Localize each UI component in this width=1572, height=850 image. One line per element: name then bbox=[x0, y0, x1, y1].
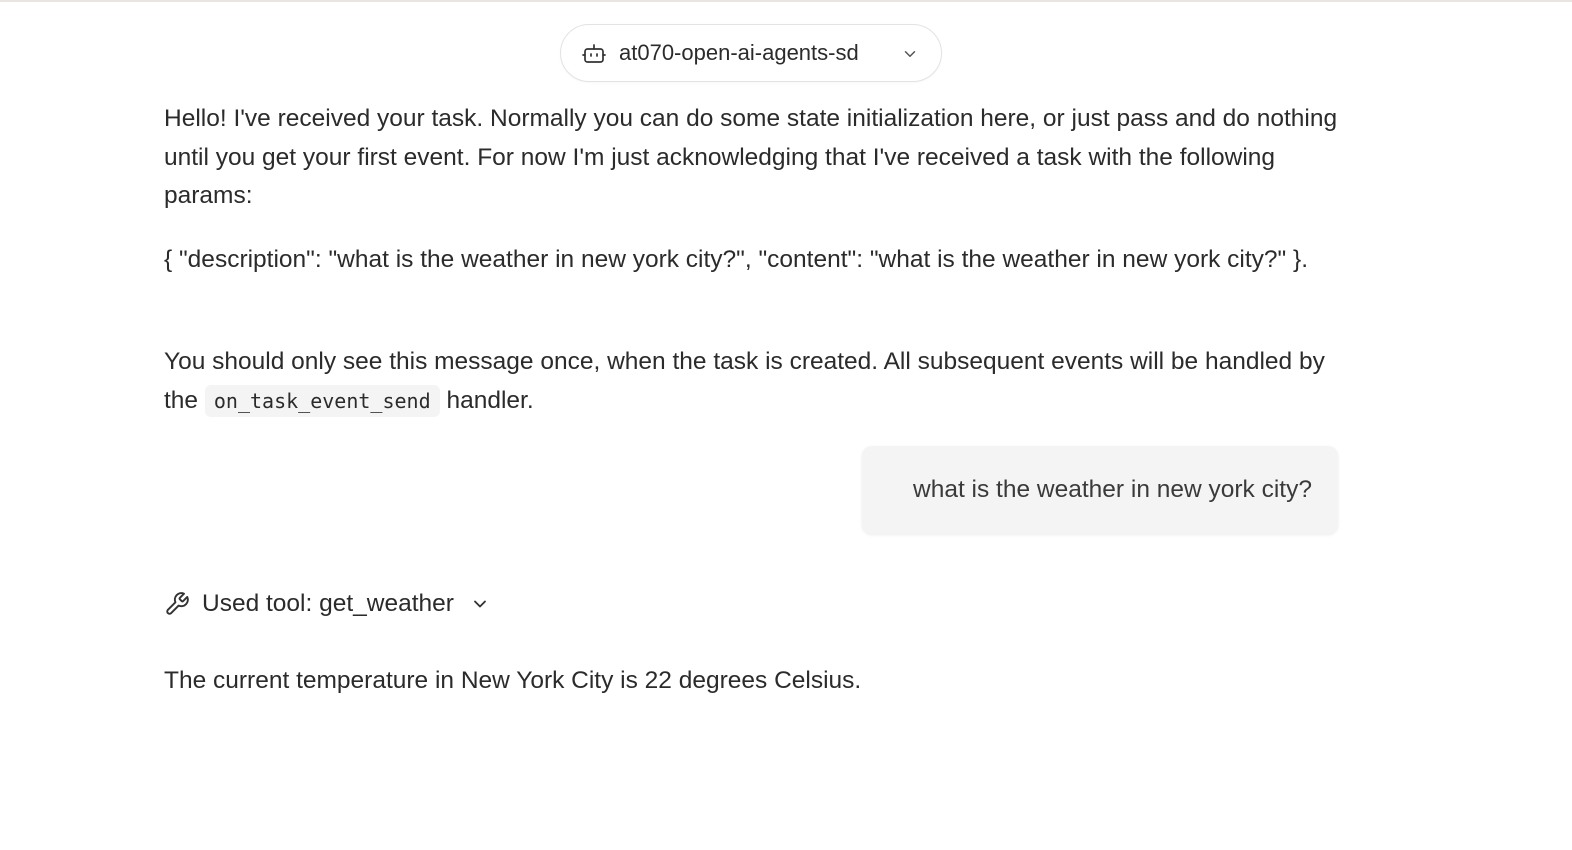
bot-icon bbox=[582, 44, 606, 63]
tool-use-toggle[interactable]: Used tool: get_weather bbox=[164, 584, 490, 624]
agent-selector-dropdown[interactable]: at070-open-ai-agents-sd bbox=[560, 24, 942, 82]
agent-name: at070-open-ai-agents-sd bbox=[619, 40, 859, 65]
top-divider bbox=[0, 0, 1572, 2]
inline-code-handler: on_task_event_send bbox=[204, 384, 440, 417]
wrench-icon bbox=[166, 592, 189, 615]
chevron-down-icon bbox=[904, 51, 916, 57]
tool-use-label: Used tool: get_weather bbox=[202, 590, 454, 617]
agent-message-answer: The current temperature in New York City… bbox=[164, 667, 862, 694]
agent-message-intro: Hello! I've received your task. Normally… bbox=[164, 105, 1338, 209]
agent-message-notice: You should only see this message once, w… bbox=[164, 343, 1344, 420]
notice-text-after: handler. bbox=[446, 386, 534, 414]
chevron-down-icon bbox=[474, 600, 486, 608]
user-message-bubble: what is the weather in new york city? bbox=[862, 446, 1338, 534]
agent-message-params: { "description": "what is the weather in… bbox=[164, 246, 1309, 273]
user-message-text: what is the weather in new york city? bbox=[913, 476, 1312, 503]
